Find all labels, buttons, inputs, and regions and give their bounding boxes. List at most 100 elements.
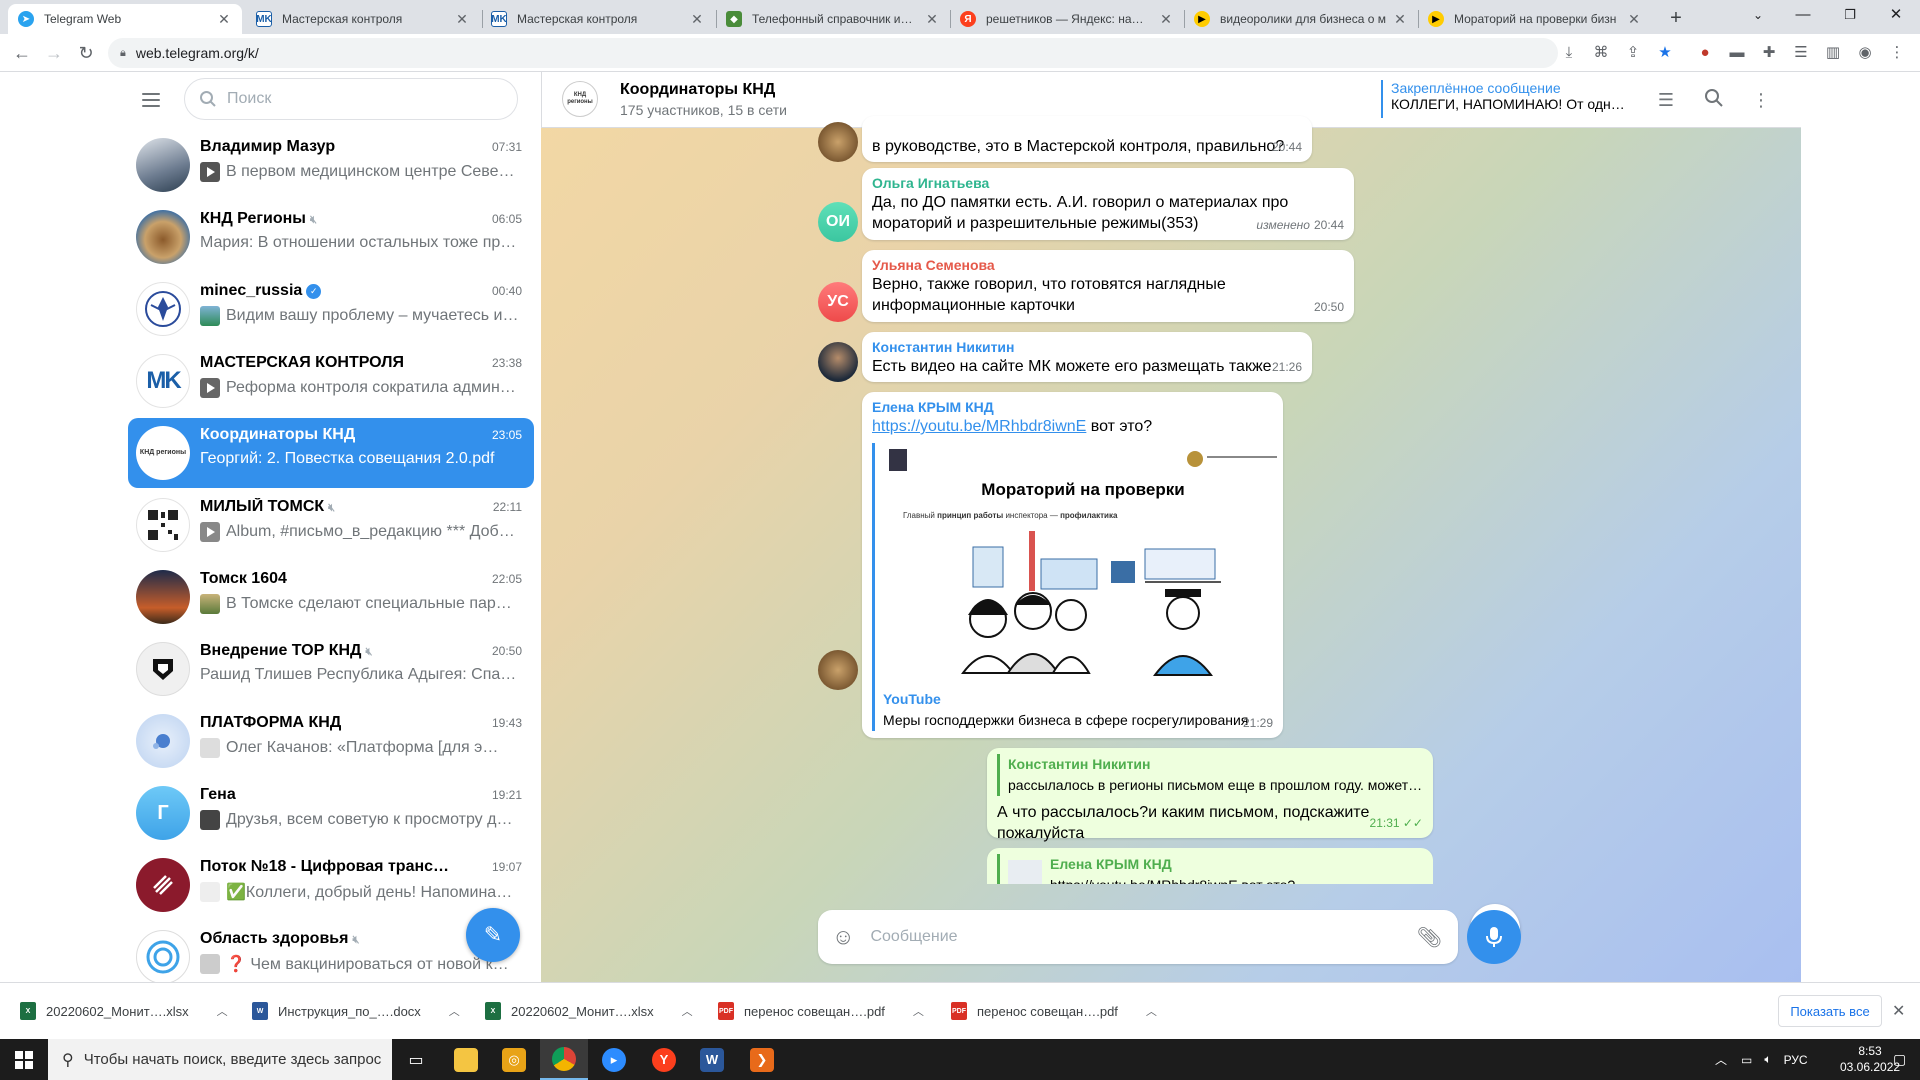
volume-icon[interactable]: 🔈︎: [1764, 1052, 1771, 1067]
windows-start-button[interactable]: [0, 1039, 48, 1080]
extension-icon[interactable]: ▬: [1726, 42, 1748, 64]
extensions-puzzle-icon[interactable]: ✚: [1758, 42, 1780, 64]
message-input[interactable]: ☺ Сообщение 📎︎: [818, 910, 1458, 964]
close-tab-icon[interactable]: ✕: [454, 11, 470, 28]
new-tab-button[interactable]: +: [1663, 6, 1689, 32]
chat-item-gena[interactable]: Г Гена 19:21 Друзья, всем советую к прос…: [128, 778, 534, 848]
chat-item-tomsk-1604[interactable]: Томск 1604 22:05 В Томске сделают специа…: [128, 562, 534, 632]
extension-icon[interactable]: ●: [1694, 42, 1716, 64]
taskbar-search-input[interactable]: ⚲ Чтобы начать поиск, введите здесь запр…: [48, 1039, 392, 1080]
address-bar[interactable]: 🔒︎ web.telegram.org/k/: [108, 38, 1558, 68]
download-item[interactable]: W Инструкция_по_….docx ︿: [252, 995, 460, 1027]
minimize-button[interactable]: —: [1781, 0, 1825, 32]
task-view-button[interactable]: ▭: [392, 1039, 440, 1080]
chat-item-knd-regiony[interactable]: КНД Регионы 🔇︎ 06:05 Мария: В отношении о…: [128, 202, 534, 272]
tab-masterskaya-2[interactable]: MK Мастерская контроля ✕: [481, 4, 715, 34]
download-item[interactable]: X 20220602_Монит….xlsx ︿: [485, 995, 693, 1027]
taskbar-word[interactable]: W: [688, 1039, 736, 1080]
tab-search-icon[interactable]: ⌄: [1736, 0, 1780, 32]
tray-chevron-icon[interactable]: ︿: [1715, 1051, 1727, 1068]
chevron-up-icon[interactable]: ︿: [217, 1003, 228, 1019]
reload-button[interactable]: ↻: [72, 39, 100, 67]
chevron-up-icon[interactable]: ︿: [449, 1003, 460, 1019]
network-icon[interactable]: ▭: [1741, 1053, 1752, 1067]
chat-item-masterskaya-kontrolya[interactable]: MK МАСТЕРСКАЯ КОНТРОЛЯ 23:38 Реформа кон…: [128, 346, 534, 416]
side-panel-icon[interactable]: ▥: [1822, 42, 1844, 64]
youtube-link[interactable]: https://youtu.be/MRhbdr8iwnE: [872, 418, 1086, 435]
share-icon[interactable]: ⇪: [1622, 42, 1644, 64]
chat-item-vnedrenie-tor-knd[interactable]: Внедрение ТОР КНД 🔇︎ 20:50 Рашид Тлишев Р…: [128, 634, 534, 704]
taskbar-clock[interactable]: 8:53 03.06.2022: [1840, 1043, 1900, 1075]
message-bubble[interactable]: Константин Никитин Есть видео на сайте М…: [862, 332, 1312, 382]
message-bubble[interactable]: Ульяна Семенова Верно, также говорил, чт…: [862, 250, 1354, 322]
attach-paperclip-icon[interactable]: 📎︎: [1417, 925, 1442, 950]
message-bubble[interactable]: в руководстве, это в Мастерской контроля…: [862, 116, 1312, 162]
reply-quote[interactable]: Константин Никитин рассылалось в регионы…: [997, 754, 1423, 796]
tab-phonebook[interactable]: ◆ Телефонный справочник испо ✕: [716, 4, 950, 34]
chat-item-koordinatory-knd[interactable]: КНД регионы Координаторы КНД 23:05 Георг…: [128, 418, 534, 488]
download-item[interactable]: X 20220602_Монит….xlsx ︿: [20, 995, 228, 1027]
forward-button[interactable]: →: [40, 39, 68, 67]
taskbar-app[interactable]: ❯: [738, 1039, 786, 1080]
chat-item-milyi-tomsk[interactable]: МИЛЫЙ ТОМСК 🔇︎ 22:11 Album, #письмо_в_ред…: [128, 490, 534, 560]
taskbar-zoom[interactable]: ▸: [590, 1039, 638, 1080]
chevron-up-icon[interactable]: ︿: [1146, 1003, 1157, 1019]
chat-item-vladimir-mazur[interactable]: Владимир Мазур 07:31 В первом медицинско…: [128, 130, 534, 200]
new-message-pencil-button[interactable]: ✎: [466, 908, 520, 962]
close-tab-icon[interactable]: ✕: [1392, 11, 1408, 28]
tab-yandex-video[interactable]: ▶ видеоролики для бизнеса о м ✕: [1184, 4, 1418, 34]
chat-item-potok-18[interactable]: Поток №18 - Цифровая трансформ… 19:07 ✅К…: [128, 850, 534, 920]
close-tab-icon[interactable]: ✕: [924, 11, 940, 28]
close-downloads-bar-icon[interactable]: ✕: [1892, 1001, 1905, 1021]
download-item[interactable]: PDF перенос совещан….pdf ︿: [718, 995, 924, 1027]
avatar[interactable]: ОИ: [818, 202, 858, 242]
chat-item-minec-russia[interactable]: minec_russia ✓ 00:40 Видим вашу проблему …: [128, 274, 534, 344]
close-tab-icon[interactable]: ✕: [216, 11, 232, 28]
taskbar-chrome[interactable]: [540, 1039, 588, 1080]
emoji-icon[interactable]: ☺: [832, 924, 854, 950]
avatar[interactable]: [818, 122, 858, 162]
message-bubble[interactable]: Ольга Игнатьева Да, по ДО памятки есть. …: [862, 168, 1354, 240]
reply-quote[interactable]: Елена КРЫМ КНД https://youtu.be/MRhbdr8i…: [997, 854, 1423, 884]
show-all-downloads-button[interactable]: Показать все: [1778, 995, 1882, 1027]
avatar[interactable]: [818, 342, 858, 382]
chevron-up-icon[interactable]: ︿: [913, 1003, 924, 1019]
avatar[interactable]: [818, 650, 858, 690]
search-icon[interactable]: [1702, 88, 1726, 112]
bookmark-star-icon[interactable]: ★: [1654, 42, 1676, 64]
taskbar-yandex[interactable]: Y: [640, 1039, 688, 1080]
translate-icon[interactable]: ⌘: [1590, 42, 1612, 64]
chat-item-platforma-knd[interactable]: ПЛАТФОРМА КНД 19:43 Олег Качанов: «Платф…: [128, 706, 534, 776]
notification-center-icon[interactable]: ▢: [1893, 1051, 1906, 1068]
close-window-button[interactable]: ✕: [1874, 0, 1918, 32]
search-input[interactable]: Поиск: [184, 78, 518, 120]
taskbar-explorer[interactable]: [442, 1039, 490, 1080]
close-tab-icon[interactable]: ✕: [689, 11, 705, 28]
chat-avatar[interactable]: КНД регионы: [562, 81, 598, 117]
back-button[interactable]: ←: [8, 39, 36, 67]
download-item[interactable]: PDF перенос совещан….pdf ︿: [951, 995, 1157, 1027]
pinned-list-icon[interactable]: ☰: [1654, 88, 1678, 112]
tab-moratorium[interactable]: ▶ Мораторий на проверки бизн ✕: [1418, 4, 1652, 34]
maximize-button[interactable]: ❐: [1828, 0, 1872, 32]
close-tab-icon[interactable]: ✕: [1158, 11, 1174, 28]
reading-list-icon[interactable]: ☰: [1790, 42, 1812, 64]
avatar[interactable]: УС: [818, 282, 858, 322]
chrome-menu-icon[interactable]: ⋮: [1886, 42, 1908, 64]
message-bubble[interactable]: Елена КРЫМ КНД https://youtu.be/MRhbdr8i…: [862, 392, 1283, 738]
install-app-icon[interactable]: ⤓: [1558, 42, 1580, 64]
pinned-message[interactable]: Закреплённое сообщение КОЛЛЕГИ, НАПОМИНА…: [1381, 80, 1631, 118]
close-tab-icon[interactable]: ✕: [1626, 11, 1642, 28]
link-preview[interactable]: Мораторий на проверки Главный принцип ра…: [872, 443, 1283, 731]
tab-telegram-web[interactable]: ➤ Telegram Web ✕: [8, 4, 242, 34]
more-options-icon[interactable]: ⋮: [1749, 88, 1773, 112]
video-thumbnail[interactable]: Мораторий на проверки Главный принцип ра…: [883, 443, 1283, 683]
chevron-up-icon[interactable]: ︿: [682, 1003, 693, 1019]
language-indicator[interactable]: РУС: [1784, 1053, 1808, 1067]
tab-yandex[interactable]: Я решетников — Яндекс: нашло ✕: [950, 4, 1184, 34]
taskbar-app-orange[interactable]: ◎: [490, 1039, 538, 1080]
tab-masterskaya-1[interactable]: MK Мастерская контроля ✕: [246, 4, 480, 34]
outgoing-message-bubble[interactable]: Константин Никитин рассылалось в регионы…: [987, 748, 1433, 842]
profile-avatar-icon[interactable]: ◉: [1854, 42, 1876, 64]
microphone-button[interactable]: [1467, 910, 1521, 964]
